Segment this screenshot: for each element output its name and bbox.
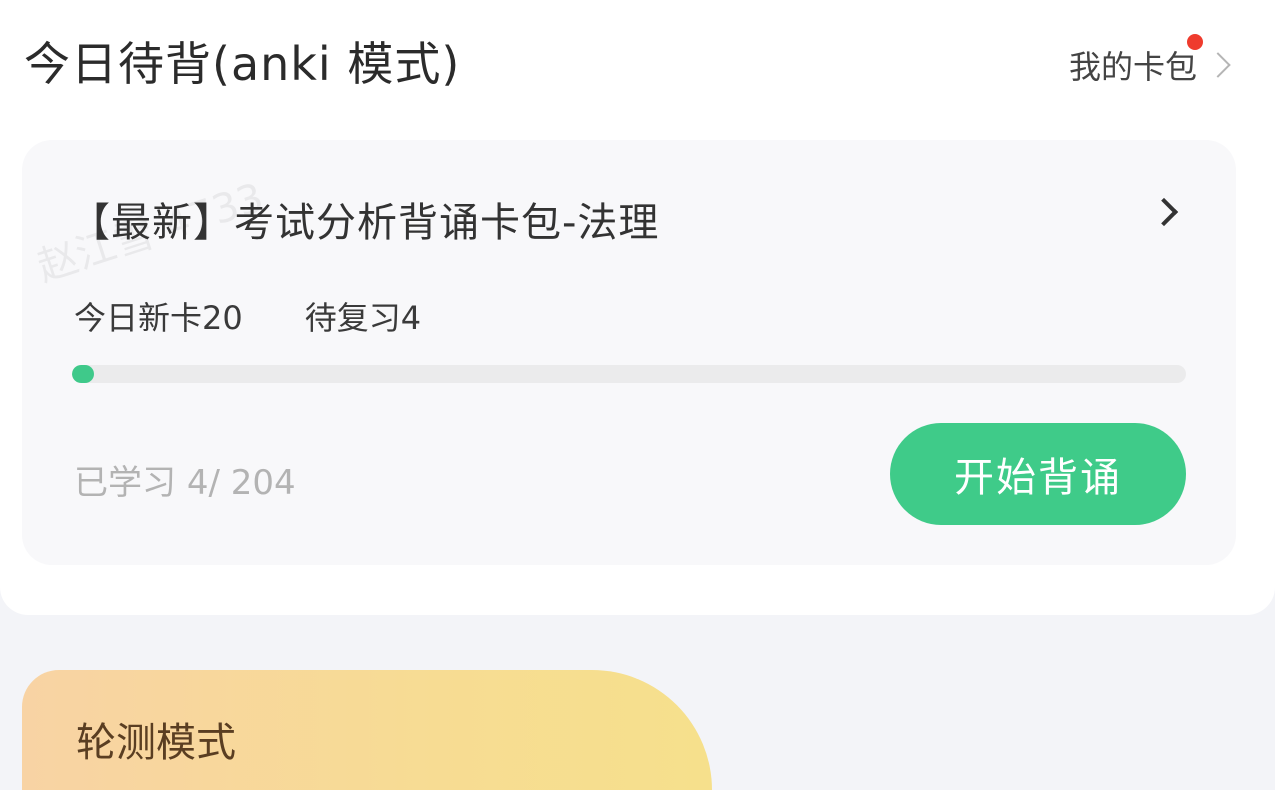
new-cards-label: 今日新卡 xyxy=(74,299,203,337)
deck-chevron-right-icon[interactable] xyxy=(1149,197,1179,227)
my-deck-link[interactable]: 我的卡包 xyxy=(1068,34,1231,88)
progress-fill xyxy=(72,365,95,383)
progress-bar xyxy=(72,365,1186,383)
deck-title: 【最新】考试分析背诵卡包-法理 xyxy=(70,200,660,246)
my-deck-label-text: 我的卡包 xyxy=(1068,48,1197,86)
review-stat: 待复习4 xyxy=(305,293,421,339)
quiz-mode-card[interactable]: 轮测模式 xyxy=(22,670,712,790)
review-label: 待复习 xyxy=(304,299,401,337)
page-title: 今日待背(anki 模式) xyxy=(24,37,461,91)
deck-card[interactable]: 赵江雪 4733 【最新】考试分析背诵卡包-法理 今日新卡20 待复习4 已学习… xyxy=(22,140,1236,565)
new-cards-count: 20 xyxy=(202,299,243,337)
start-review-button[interactable]: 开始背诵 xyxy=(890,423,1186,525)
chevron-right-icon xyxy=(1205,52,1231,78)
quiz-mode-title: 轮测模式 xyxy=(76,720,236,766)
today-panel: 今日待背(anki 模式) 我的卡包 赵江雪 4733 【最新】考试分析背诵卡包… xyxy=(0,0,1275,615)
learned-progress-text: 已学习 4/ 204 xyxy=(74,455,296,504)
learned-value: 4/ 204 xyxy=(186,463,296,503)
learned-label: 已学习 xyxy=(74,463,176,503)
review-count: 4 xyxy=(400,299,422,337)
notification-dot xyxy=(1187,34,1203,50)
new-cards-stat: 今日新卡20 xyxy=(74,293,243,339)
my-deck-label: 我的卡包 xyxy=(1068,34,1203,88)
deck-stats: 今日新卡20 待复习4 xyxy=(74,293,421,339)
